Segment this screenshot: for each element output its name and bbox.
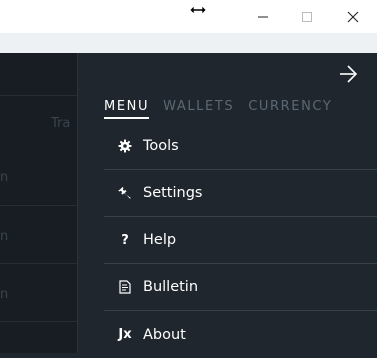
menu-item-bulletin[interactable]: Bulletin — [104, 264, 377, 311]
close-drawer-button[interactable] — [337, 63, 359, 85]
menu-item-help[interactable]: ? Help — [104, 217, 377, 264]
row-divider — [0, 263, 77, 264]
wrench-icon — [114, 184, 136, 202]
side-drawer: MENU WALLETS CURRENCY Tools Settings ? H… — [77, 53, 377, 353]
row-divider — [0, 205, 77, 206]
menu-item-label: Help — [143, 232, 177, 248]
document-icon — [114, 278, 136, 296]
tab-wallets[interactable]: WALLETS — [163, 99, 234, 119]
window-title-bar — [0, 0, 377, 33]
gear-icon — [114, 137, 136, 155]
background-row-text: n — [0, 287, 9, 302]
background-row-text: n — [0, 170, 9, 185]
tab-currency[interactable]: CURRENCY — [248, 99, 332, 119]
menu-item-about[interactable]: Jx About — [104, 311, 377, 358]
header-strip — [0, 33, 377, 53]
menu-item-label: About — [143, 326, 186, 343]
menu-item-tools[interactable]: Tools — [104, 123, 377, 170]
close-icon — [347, 11, 359, 22]
drawer-tabs: MENU WALLETS CURRENCY — [104, 99, 332, 119]
menu-item-settings[interactable]: Settings — [104, 170, 377, 217]
minimize-button[interactable] — [240, 0, 286, 33]
tab-menu[interactable]: MENU — [104, 99, 150, 119]
close-window-button[interactable] — [330, 0, 376, 33]
row-divider — [0, 95, 77, 96]
minimize-icon — [258, 16, 268, 17]
maximize-button[interactable] — [284, 0, 330, 33]
menu-item-label: Settings — [143, 185, 203, 201]
arrow-right-icon — [340, 65, 358, 83]
background-row-text: n — [0, 229, 9, 244]
menu-item-label: Bulletin — [143, 279, 199, 295]
background-app-panel: n n n — [0, 53, 77, 353]
resize-horizontal-cursor-icon — [189, 5, 207, 15]
jx-logo-icon: Jx — [118, 327, 132, 342]
drawer-menu: Tools Settings ? Help Bulletin Jx About — [104, 123, 377, 358]
menu-item-label: Tools — [143, 138, 179, 154]
row-divider — [0, 321, 77, 322]
maximize-icon — [302, 11, 312, 22]
background-column-label: Tra — [51, 116, 71, 131]
question-icon: ? — [121, 232, 129, 248]
